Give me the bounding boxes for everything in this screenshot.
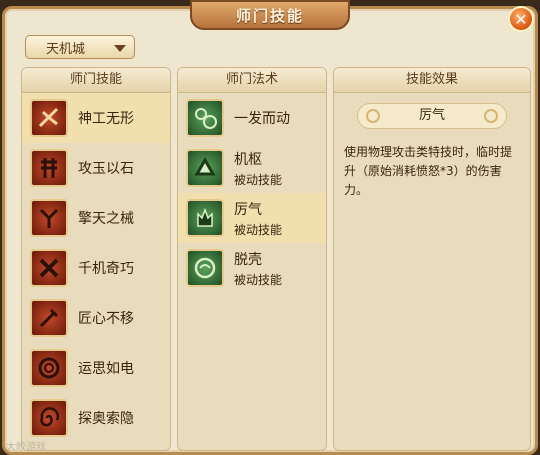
skill-lightning-icon: [30, 349, 68, 387]
swirl-ornament-icon: [366, 109, 380, 123]
sect-dropdown[interactable]: 天机城: [25, 35, 135, 59]
skill-label: 攻玉以石: [78, 161, 134, 177]
skill-row-3[interactable]: 千机奇巧: [22, 243, 170, 293]
skill-hammer-icon: [30, 149, 68, 187]
spell-text: 脱壳 被动技能: [234, 249, 282, 288]
spell-name: 一发而动: [234, 111, 290, 127]
spell-text: 一发而动: [234, 108, 290, 128]
skill-spiral-icon: [30, 399, 68, 437]
skill-row-5[interactable]: 运思如电: [22, 343, 170, 393]
skills-header: 师门技能: [22, 68, 170, 93]
skill-label: 探奥索隐: [78, 411, 134, 427]
spell-text: 厉气 被动技能: [234, 199, 282, 238]
spell-name: 厉气: [234, 201, 262, 218]
skill-row-1[interactable]: 攻玉以石: [22, 143, 170, 193]
spell-name: 脱壳: [234, 251, 262, 268]
skills-panel: 师门技能 神工无形 攻玉以石 擎天之械 千机奇巧 匠心不移 运思如电 探奥索隐: [21, 67, 171, 451]
effect-description: 使用物理攻击类特技时，临时提升（原始消耗愤怒*3）的伤害力。: [344, 145, 513, 197]
spells-header: 师门法术: [178, 68, 326, 93]
close-button[interactable]: ✕: [508, 6, 534, 32]
watermark: 大皎游戏: [6, 442, 46, 453]
spell-pivot-icon: [186, 149, 224, 187]
skill-label: 匠心不移: [78, 311, 134, 327]
skill-label: 神工无形: [78, 111, 134, 127]
window-title: 师门技能: [190, 0, 350, 30]
spell-fury-icon: [186, 199, 224, 237]
skill-row-4[interactable]: 匠心不移: [22, 293, 170, 343]
effect-panel: 技能效果 厉气 使用物理攻击类特技时，临时提升（原始消耗愤怒*3）的伤害力。: [333, 67, 531, 451]
skill-row-0[interactable]: 神工无形: [22, 93, 170, 143]
spell-row-1[interactable]: 机枢 被动技能: [178, 143, 326, 193]
spell-type: 被动技能: [234, 222, 283, 237]
close-icon: ✕: [514, 9, 528, 29]
sect-dropdown-value: 天机城: [46, 41, 86, 57]
spell-type: 被动技能: [234, 172, 283, 187]
swirl-ornament-icon: [484, 109, 498, 123]
skill-mechanism-icon: [30, 249, 68, 287]
skill-label: 运思如电: [78, 361, 134, 377]
spell-row-2[interactable]: 厉气 被动技能: [178, 193, 326, 243]
skill-pillar-icon: [30, 199, 68, 237]
spell-row-0[interactable]: 一发而动: [178, 93, 326, 143]
spell-text: 机枢 被动技能: [234, 149, 282, 188]
skill-label: 擎天之械: [78, 211, 134, 227]
skill-label: 千机奇巧: [78, 261, 134, 277]
spell-row-3[interactable]: 脱壳 被动技能: [178, 243, 326, 293]
spell-gears-icon: [186, 99, 224, 137]
spell-type: 被动技能: [234, 272, 283, 287]
skill-tool-icon: [30, 299, 68, 337]
effect-name: 厉气: [418, 108, 445, 123]
skill-row-6[interactable]: 探奥索隐: [22, 393, 170, 443]
spell-name: 机枢: [234, 151, 262, 168]
skill-craft-icon: [30, 99, 68, 137]
skill-row-2[interactable]: 擎天之械: [22, 193, 170, 243]
effect-name-banner: 厉气: [357, 103, 507, 129]
spell-shell-icon: [186, 249, 224, 287]
spells-panel: 师门法术 一发而动 机枢 被动技能 厉气 被动技能 脱壳 被动技能: [177, 67, 327, 451]
effect-header: 技能效果: [334, 68, 530, 93]
skill-window: 天机城 师门技能 神工无形 攻玉以石 擎天之械 千机奇巧 匠心不移 运思如电 探…: [2, 6, 538, 455]
chevron-down-icon[interactable]: [114, 45, 126, 52]
